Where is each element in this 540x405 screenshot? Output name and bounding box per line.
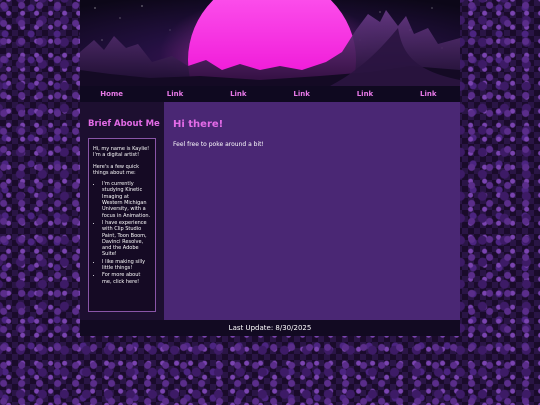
page-heading: Hi there! bbox=[173, 119, 224, 130]
sidebar: Brief About Me Hi, my name is Kaylie! I'… bbox=[80, 102, 164, 320]
about-intro: Hi, my name is Kaylie! I'm a digital art… bbox=[93, 146, 150, 159]
synthwave-sun-illustration bbox=[80, 0, 460, 86]
nav-home-link[interactable]: Home bbox=[80, 86, 143, 102]
nav-link-2[interactable]: Link bbox=[207, 86, 270, 102]
about-list: I'm currently studying Kinetic Imaging a… bbox=[102, 181, 151, 285]
nav-link-1[interactable]: Link bbox=[143, 86, 206, 102]
about-more-link[interactable]: For more about me, click here! bbox=[102, 272, 151, 285]
main-navigation: Home Link Link Link Link Link bbox=[80, 86, 460, 102]
about-list-item: I'm currently studying Kinetic Imaging a… bbox=[102, 181, 151, 219]
nav-link-3[interactable]: Link bbox=[270, 86, 333, 102]
about-list-item: I have experience with Clip Studio Paint… bbox=[102, 220, 151, 258]
page-container: Home Link Link Link Link Link Brief Abou… bbox=[80, 0, 460, 336]
about-lead: Here's a few quick things about me: bbox=[93, 163, 139, 176]
nav-link-5[interactable]: Link bbox=[397, 86, 460, 102]
sidebar-title: Brief About Me bbox=[88, 119, 160, 129]
main-text: Feel free to poke around a bit! bbox=[173, 141, 264, 148]
about-me-box: Hi, my name is Kaylie! I'm a digital art… bbox=[88, 138, 156, 312]
last-update-text: Last Update: 8/30/2025 bbox=[228, 324, 312, 332]
header-banner-image bbox=[80, 0, 460, 86]
nav-link-4[interactable]: Link bbox=[333, 86, 396, 102]
main-content: Hi there! Feel free to poke around a bit… bbox=[164, 102, 460, 320]
footer: Last Update: 8/30/2025 bbox=[80, 320, 460, 336]
about-list-item: I like making silly little things! bbox=[102, 259, 151, 272]
